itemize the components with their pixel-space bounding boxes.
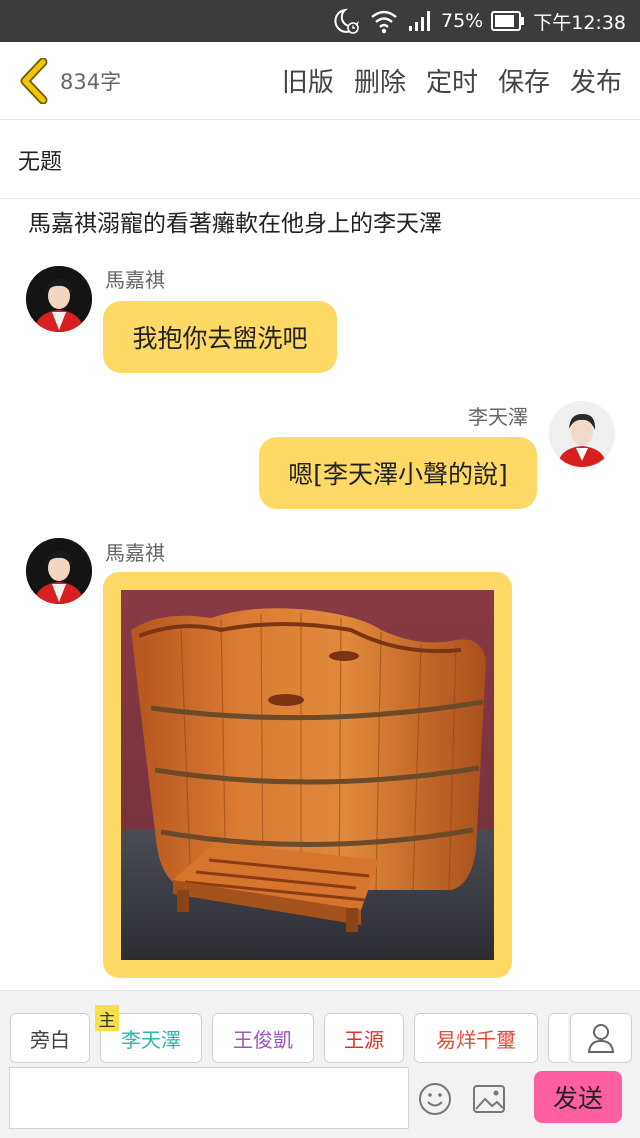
main-character-badge: 主: [95, 1005, 119, 1031]
chevron-left-icon: [20, 57, 48, 104]
battery-icon: [491, 10, 525, 32]
image-button[interactable]: [471, 1083, 507, 1115]
character-chip-yi-yangqianxi[interactable]: 易烊千璽: [414, 1013, 538, 1063]
narration-text[interactable]: 馬嘉祺溺寵的看著癱軟在他身上的李天澤: [28, 200, 618, 242]
back-button[interactable]: [8, 42, 60, 120]
bathtub-image: [121, 590, 494, 960]
character-label: 王源: [344, 1027, 384, 1052]
schedule-button[interactable]: 定时: [426, 62, 478, 99]
image-icon: [473, 1085, 505, 1113]
character-label: 易烊千璽: [436, 1027, 516, 1052]
character-chip-overflow[interactable]: [548, 1013, 568, 1063]
avatar-ma-jiaqi[interactable]: [26, 266, 92, 332]
battery-percent: 75%: [441, 10, 484, 32]
image-message-bubble[interactable]: [103, 572, 512, 978]
character-label: 李天澤: [121, 1027, 181, 1052]
character-chip-wang-yuan[interactable]: 王源: [324, 1013, 404, 1063]
story-title[interactable]: 无题: [0, 121, 640, 199]
delete-button[interactable]: 删除: [354, 62, 406, 99]
status-bar: 75% 下午12:38: [0, 0, 640, 42]
moon-alarm-icon: [331, 6, 361, 36]
speaker-name: 馬嘉祺: [105, 541, 165, 565]
publish-button[interactable]: 发布: [570, 62, 622, 99]
composer-panel: 旁白 李天澤 主 王俊凱 王源 易烊千璽 发送: [0, 990, 640, 1138]
character-label: 旁白: [30, 1027, 70, 1052]
old-version-button[interactable]: 旧版: [282, 62, 334, 99]
avatar-ma-jiaqi[interactable]: [26, 538, 92, 604]
toolbar-actions: 旧版 删除 定时 保存 发布: [282, 62, 640, 99]
avatar-li-tianze[interactable]: [549, 401, 615, 467]
signal-icon: [407, 9, 433, 33]
character-chip-wang-junkai[interactable]: 王俊凱: [212, 1013, 314, 1063]
emoji-button[interactable]: [417, 1081, 453, 1117]
message-bubble[interactable]: 嗯[李天澤小聲的說]: [259, 437, 537, 509]
character-label: 王俊凱: [233, 1027, 293, 1052]
save-button[interactable]: 保存: [498, 62, 550, 99]
character-chip-narrator[interactable]: 旁白: [10, 1013, 90, 1063]
message-input[interactable]: [9, 1067, 409, 1129]
add-character-button[interactable]: [570, 1013, 632, 1063]
speaker-name: 李天澤: [468, 405, 528, 429]
smiley-icon: [419, 1083, 451, 1115]
message-bubble[interactable]: 我抱你去盥洗吧: [103, 301, 337, 373]
wifi-icon: [369, 7, 399, 35]
editor-toolbar: 834字 旧版 删除 定时 保存 发布: [0, 42, 640, 120]
speaker-name: 馬嘉祺: [105, 268, 165, 292]
send-button[interactable]: 发送: [534, 1071, 622, 1123]
word-count: 834字: [60, 69, 122, 94]
clock: 下午12:38: [533, 11, 626, 34]
person-icon: [587, 1024, 615, 1053]
